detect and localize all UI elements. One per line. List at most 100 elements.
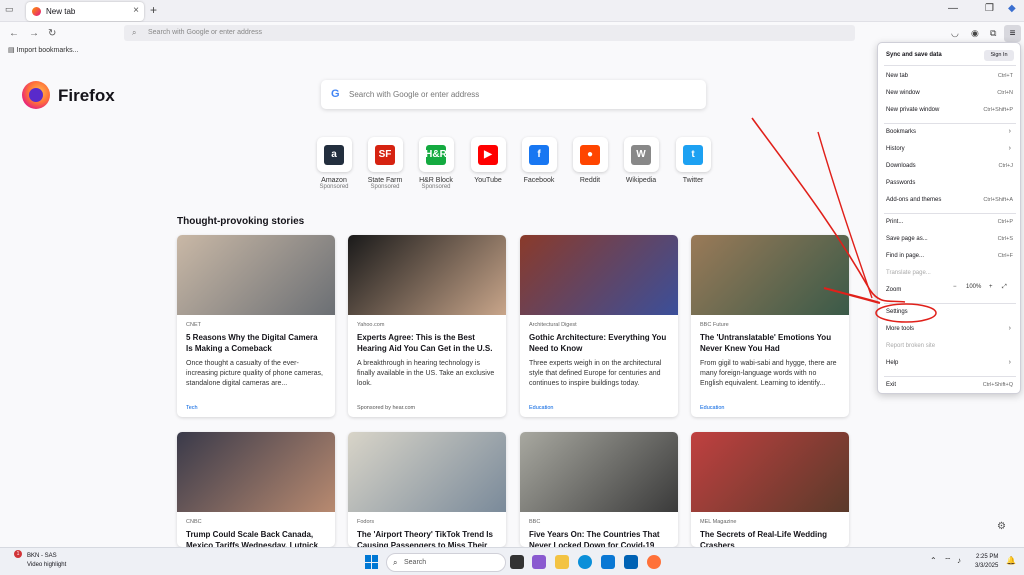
outlook-icon[interactable] [624,555,638,569]
wifi-icon[interactable]: ⌔ [944,556,952,566]
newtab-search-box[interactable]: G Search with Google or enter address [321,80,706,109]
zoom-level[interactable]: 100% [966,284,981,290]
story-tag: Tech [186,405,198,411]
top-site-0[interactable]: a Amazon Sponsored [306,137,362,190]
menu-shortcut: Ctrl+F [997,253,1013,259]
sign-in-button[interactable]: Sign In [984,50,1014,61]
profile-app-icon[interactable]: ◆ [1008,3,1016,14]
brand-wordmark: Firefox [58,86,115,105]
top-site-label: Amazon [321,177,347,184]
forward-icon[interactable]: → [29,28,39,39]
menu-item-new-tab[interactable]: New tab [886,73,908,79]
menu-item-save-page-as[interactable]: Save page as... [886,236,928,242]
menu-item-new-window[interactable]: New window [886,90,920,96]
tab-new-tab[interactable]: New tab × [26,2,144,21]
menu-item-print[interactable]: Print... [886,219,903,225]
edge-icon[interactable] [578,555,592,569]
story-excerpt: Three experts weigh in on the architectu… [529,360,662,387]
back-icon[interactable]: ← [9,28,19,39]
zoom-out-button[interactable]: − [953,284,957,290]
story-card[interactable]: BBC Future The 'Untranslatable' Emotions … [691,235,849,417]
top-site-tile: ▶ [470,137,506,172]
menu-item-new-private-window[interactable]: New private window [886,107,939,113]
top-site-7[interactable]: t Twitter [665,137,721,184]
menu-shortcut: Ctrl+Shift+A [983,197,1013,203]
fullscreen-icon[interactable]: ⤢ [1002,284,1007,291]
menu-item-help[interactable]: Help [886,360,898,366]
store-icon[interactable] [601,555,615,569]
top-site-label: Wikipedia [625,177,657,184]
stories-section-title: Thought-provoking stories [177,216,305,227]
top-site-label: Facebook [523,177,555,184]
tray-chevron-icon[interactable]: ⌃ [930,556,937,565]
story-headline: 5 Reasons Why the Digital Camera Is Maki… [186,333,318,353]
restore-icon[interactable]: ❐ [985,3,994,14]
app-menu-button[interactable]: ≡ [1004,25,1021,42]
menu-item-passwords[interactable]: Passwords [886,180,915,186]
taskbar-search-icon: ⌕ [393,558,398,567]
firefox-taskbar-icon[interactable] [647,555,661,569]
story-card[interactable]: MEL Magazine The Secrets of Real-Life Wed… [691,432,849,547]
story-source: CNET [186,322,201,328]
pocket-icon[interactable]: ◡ [951,28,959,39]
story-image [348,432,506,512]
menu-item-history[interactable]: History [886,146,905,152]
top-site-sponsored: Sponsored [319,184,349,190]
submenu-arrow-icon: › [1008,359,1011,366]
tab-list-icon[interactable]: ▭ [5,4,17,16]
story-card[interactable]: BBC Five Years On: The Countries That Nev… [520,432,678,547]
menu-item-downloads[interactable]: Downloads [886,163,916,169]
reload-icon[interactable]: ↻ [48,28,56,39]
menu-item-translate-page: Translate page... [886,270,931,276]
top-site-6[interactable]: W Wikipedia [613,137,669,184]
top-site-3[interactable]: ▶ YouTube [460,137,516,184]
story-headline: Gothic Architecture: Everything You Need… [529,333,667,353]
top-site-tile: t [675,137,711,172]
notifications-bell-icon[interactable]: 🔔 [1006,556,1016,565]
file-explorer-icon[interactable] [555,555,569,569]
taskbar-clock[interactable]: 2:25 PM 3/3/2025 [975,553,998,571]
tab-close-icon[interactable]: × [133,5,139,16]
extensions-icon[interactable]: ⧉ [990,28,996,39]
story-image [177,432,335,512]
story-card[interactable]: Yahoo.com Experts Agree: This is the Best… [348,235,506,417]
top-site-1[interactable]: SF State Farm Sponsored [357,137,413,190]
top-site-label: State Farm [367,177,403,184]
story-card[interactable]: Architectural Digest Gothic Architecture:… [520,235,678,417]
top-site-2[interactable]: H&R H&R Block Sponsored [408,137,464,190]
menu-item-add-ons-and-themes[interactable]: Add-ons and themes [886,197,941,203]
story-headline: The Secrets of Real-Life Wedding Crasher… [700,530,827,547]
wikipedia-icon: W [631,144,651,165]
copilot-icon[interactable] [532,555,546,569]
volume-icon[interactable]: ♪ [957,556,961,565]
menu-item-settings[interactable]: Settings [886,309,908,315]
account-icon[interactable]: ◉ [971,28,979,39]
menu-separator [884,303,1016,304]
url-bar[interactable]: ⌕ Search with Google or enter address [124,25,855,41]
menu-item-find-in-page[interactable]: Find in page... [886,253,924,259]
import-bookmarks-link[interactable]: ▤ Import bookmarks... [8,46,78,54]
story-card[interactable]: CNET 5 Reasons Why the Digital Camera Is … [177,235,335,417]
menu-item-exit[interactable]: Exit [886,382,896,388]
top-site-4[interactable]: f Facebook [511,137,567,184]
menu-shortcut: Ctrl+P [997,219,1013,225]
sync-label: Sync and save data [886,52,942,58]
task-view-icon[interactable] [510,555,524,569]
news-widget[interactable]: 1 BKN - SAS Video highlight [14,550,66,570]
menu-shortcut: Ctrl+N [997,90,1013,96]
menu-item-zoom[interactable]: Zoom [886,287,901,293]
zoom-in-button[interactable]: + [989,284,993,290]
taskbar-search[interactable]: ⌕ Search [386,553,506,572]
top-site-label: Twitter [682,177,704,184]
story-card[interactable]: CNBC Trump Could Scale Back Canada, Mexic… [177,432,335,547]
new-tab-plus-icon[interactable]: + [150,3,157,17]
twitter-icon: t [683,144,703,165]
menu-item-bookmarks[interactable]: Bookmarks [886,129,916,135]
story-headline: Experts Agree: This is the Best Hearing … [357,333,493,353]
menu-item-more-tools[interactable]: More tools [886,326,914,332]
minimize-icon[interactable]: — [948,3,958,14]
customize-gear-icon[interactable]: ⚙ [997,521,1006,532]
top-site-5[interactable]: ● Reddit [562,137,618,184]
story-card[interactable]: Fodors The 'Airport Theory' TikTok Trend … [348,432,506,547]
windows-start-icon[interactable] [365,555,379,569]
